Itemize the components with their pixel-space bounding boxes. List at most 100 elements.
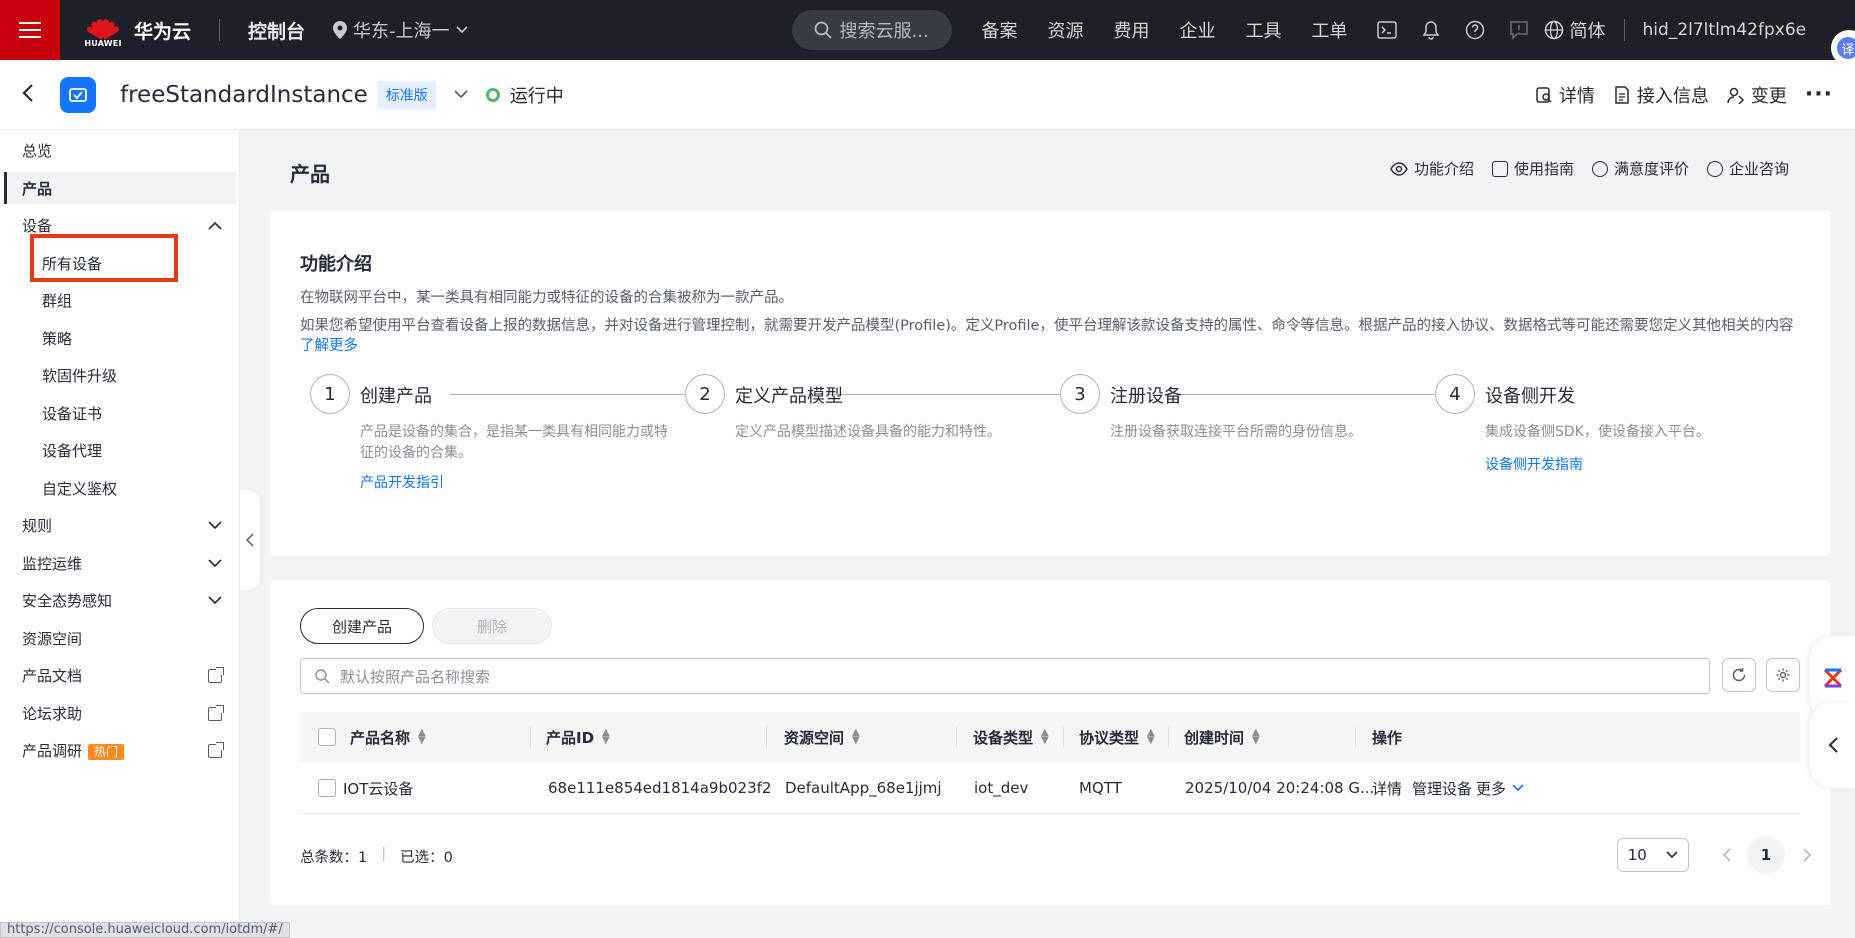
feedback-icon[interactable]	[1508, 19, 1530, 41]
details-button[interactable]: 详情	[1535, 82, 1595, 108]
access-info-button[interactable]: 接入信息	[1613, 82, 1709, 108]
sidebar-item-certificates[interactable]: 设备证书	[42, 403, 222, 424]
back-arrow-icon[interactable]	[22, 80, 42, 110]
change-label: 变更	[1750, 85, 1787, 107]
col-created-time[interactable]: 创建时间 ▲ ▼	[1184, 712, 1260, 762]
cloud-shell-icon[interactable]	[1376, 19, 1398, 41]
document-icon	[1615, 85, 1629, 104]
sidebar-item-rules[interactable]: 规则	[22, 515, 222, 536]
current-page[interactable]: 1	[1747, 836, 1785, 874]
product-name-link[interactable]: IOT云设备	[343, 762, 413, 814]
satisfaction-link[interactable]: 满意度评价	[1591, 158, 1689, 179]
sidebar-item-device-proxy[interactable]: 设备代理	[42, 440, 222, 461]
instance-switch-chevron-icon[interactable]	[454, 87, 468, 103]
user-guide-link[interactable]: 使用指南	[1491, 158, 1574, 179]
product-dev-guide-link[interactable]: 产品开发指引	[360, 472, 444, 492]
prev-page-button[interactable]	[1710, 838, 1744, 872]
bell-icon[interactable]	[1420, 19, 1442, 41]
sidebar-item-forum[interactable]: 论坛求助	[22, 703, 224, 724]
col-resource-space[interactable]: 资源空间 ▲ ▼	[784, 712, 860, 762]
nav-tickets[interactable]: 工单	[1312, 17, 1348, 43]
checkbox[interactable]	[318, 728, 336, 746]
col-product-id[interactable]: 产品ID ▲ ▼	[546, 712, 610, 762]
user-account[interactable]: hid_2l7ltlm42fpx6e	[1643, 20, 1807, 40]
sidebar-item-survey[interactable]: 产品调研 热门	[22, 740, 224, 761]
delete-button[interactable]: 删除	[432, 608, 552, 644]
column-divider	[956, 726, 957, 748]
nav-enterprise[interactable]: 企业	[1180, 17, 1216, 43]
region-selector[interactable]: 华东-上海一	[333, 17, 468, 43]
language-selector[interactable]: 简体	[1544, 17, 1606, 43]
col-product-name[interactable]: 产品名称 ▲ ▼	[350, 712, 426, 762]
nav-billing[interactable]: 费用	[1114, 17, 1150, 43]
sort-icon[interactable]: ▲ ▼	[418, 728, 426, 746]
sort-icon[interactable]: ▲ ▼	[1252, 728, 1260, 746]
nav-beian[interactable]: 备案	[982, 17, 1018, 43]
product-search-input[interactable]: 默认按照产品名称搜索	[300, 658, 1710, 694]
huawei-logo-icon: HUAWEI	[84, 11, 121, 49]
sidebar-collapse-toggle[interactable]	[240, 490, 260, 590]
sidebar-item-groups[interactable]: 群组	[42, 290, 222, 311]
sort-icon[interactable]: ▲ ▼	[602, 728, 610, 746]
feature-intro-link[interactable]: 功能介绍	[1390, 158, 1474, 179]
external-link-icon	[208, 666, 224, 683]
sidebar-item-security[interactable]: 安全态势感知	[22, 590, 222, 611]
table-settings-button[interactable]	[1766, 658, 1800, 692]
sidebar-item-devices[interactable]: 设备	[22, 215, 222, 236]
sort-icon[interactable]: ▲ ▼	[1041, 728, 1049, 746]
nav-resources[interactable]: 资源	[1048, 17, 1084, 43]
row-more-menu[interactable]: 更多	[1476, 762, 1524, 814]
nav-tools[interactable]: 工具	[1246, 17, 1282, 43]
sidebar-item-product-docs[interactable]: 产品文档	[22, 665, 224, 686]
col-protocol-type[interactable]: 协议类型 ▲ ▼	[1079, 712, 1155, 762]
row-checkbox[interactable]	[318, 762, 336, 814]
page-help-links: 功能介绍 使用指南 满意度评价 企业咨询	[1390, 158, 1789, 179]
page-size-select[interactable]: 10	[1617, 838, 1689, 872]
hamburger-menu-button[interactable]	[0, 0, 60, 60]
refresh-button[interactable]	[1722, 658, 1756, 692]
row-details-link[interactable]: 详情	[1372, 762, 1402, 814]
sidebar-item-monitoring[interactable]: 监控运维	[22, 553, 222, 574]
huawei-cloud-logo[interactable]: HUAWEI 华为云	[84, 11, 191, 49]
sidebar-item-label: 总览	[22, 142, 53, 160]
sort-icon[interactable]: ▲ ▼	[852, 728, 860, 746]
create-product-button[interactable]: 创建产品	[300, 608, 424, 644]
learn-more-link[interactable]: 了解更多	[300, 338, 358, 354]
status-running-icon	[485, 87, 500, 102]
resource-space-cell: DefaultApp_68e1jjmj	[785, 779, 942, 797]
checkbox[interactable]	[318, 779, 336, 797]
next-page-button[interactable]	[1790, 838, 1824, 872]
sidebar-item-ota[interactable]: 软固件升级	[42, 365, 222, 386]
page-title: 产品	[290, 162, 330, 186]
search-icon	[814, 21, 832, 39]
chevron-down-icon	[208, 596, 222, 605]
edition-badge: 标准版	[377, 80, 436, 109]
enterprise-consult-link[interactable]: 企业咨询	[1706, 158, 1789, 179]
change-button[interactable]: 变更	[1727, 82, 1787, 108]
sidebar-item-overview[interactable]: 总览	[22, 140, 222, 161]
sort-icon[interactable]: ▲ ▼	[1147, 728, 1155, 746]
sidebar-item-label: 产品	[22, 180, 53, 198]
select-all-checkbox[interactable]	[318, 712, 336, 762]
sidebar-item-custom-auth[interactable]: 自定义鉴权	[42, 478, 222, 499]
consultant-icon	[1706, 160, 1723, 177]
global-search[interactable]: 搜索云服...	[791, 10, 952, 50]
manage-devices-link[interactable]: 管理设备	[1412, 762, 1472, 814]
device-dev-guide-link[interactable]: 设备侧开发指南	[1485, 454, 1583, 474]
total-value: 1	[358, 850, 368, 866]
sidebar-item-products[interactable]: 产品	[22, 178, 222, 199]
chevron-down-icon	[455, 26, 468, 34]
sidebar-item-resource-space[interactable]: 资源空间	[22, 628, 222, 649]
col-device-type[interactable]: 设备类型 ▲ ▼	[973, 712, 1049, 762]
language-label: 简体	[1569, 21, 1606, 42]
more-label: 更多	[1476, 779, 1507, 798]
console-link[interactable]: 控制台	[248, 17, 305, 44]
chevron-down-icon	[1666, 851, 1678, 859]
help-icon[interactable]	[1464, 19, 1486, 41]
expand-panel-button[interactable]	[1810, 702, 1855, 788]
instance-actions: 详情 接入信息 变更 ···	[1535, 82, 1833, 108]
more-options-icon[interactable]: ···	[1805, 82, 1833, 107]
globe-icon	[1544, 20, 1563, 40]
sidebar-item-policies[interactable]: 策略	[42, 328, 222, 349]
step-number: 4	[1435, 374, 1475, 414]
